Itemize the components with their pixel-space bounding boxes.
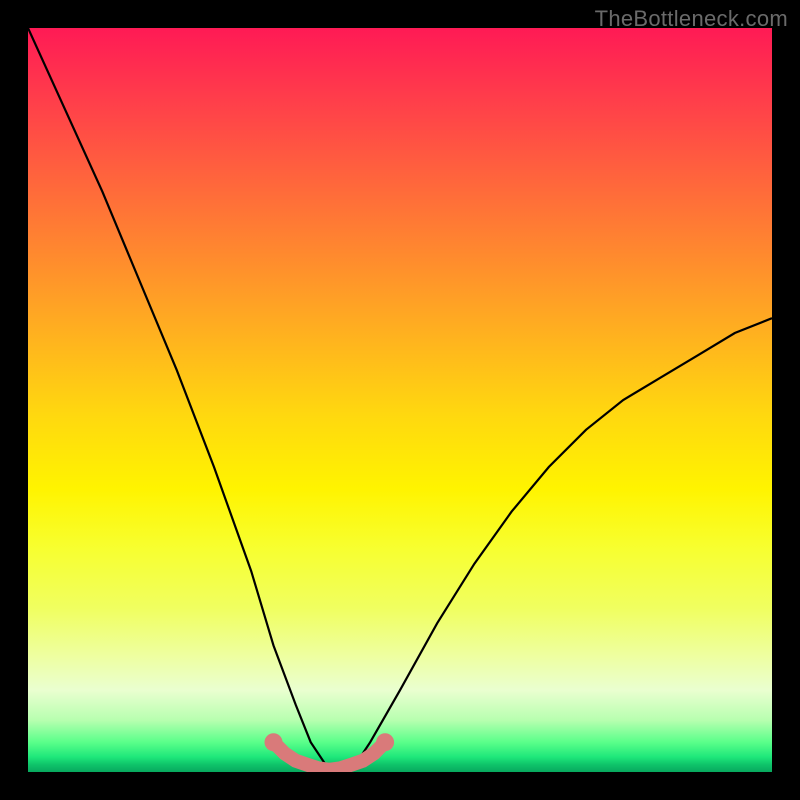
watermark-text: TheBottleneck.com <box>595 6 788 32</box>
floor-marker-dot <box>376 733 394 751</box>
outer-frame: TheBottleneck.com <box>0 0 800 800</box>
bottleneck-chart <box>28 28 772 772</box>
floor-markers-layer <box>265 733 395 770</box>
floor-marker-dot <box>265 733 283 751</box>
curve-layer <box>28 28 772 772</box>
bottleneck-curve-path <box>28 28 772 772</box>
